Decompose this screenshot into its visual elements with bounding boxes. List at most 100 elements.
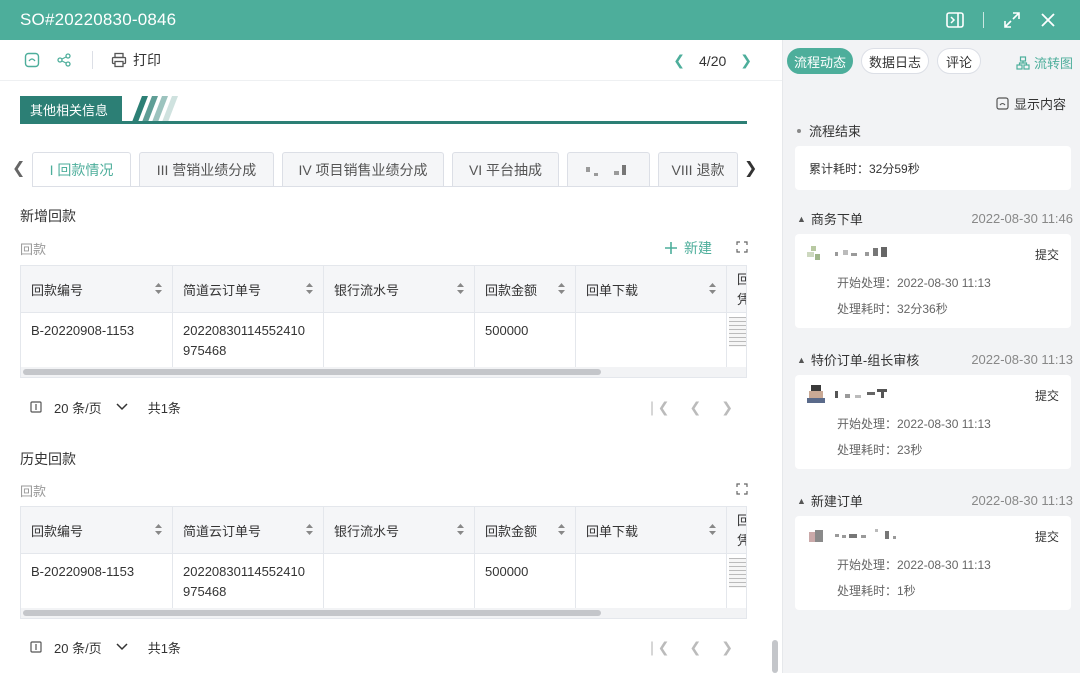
chevron-down-icon[interactable] xyxy=(116,403,128,411)
cell-voucher[interactable] xyxy=(727,554,746,608)
column-label: 回单下载 xyxy=(586,523,639,539)
flow-step-header[interactable]: ▲ 新建订单 2022-08-30 11:13 xyxy=(797,491,1073,510)
prev-record-icon[interactable]: ❮ xyxy=(673,52,685,69)
cell-receipt-download[interactable] xyxy=(576,313,727,367)
flow-end-header: 流程结束 xyxy=(797,121,861,140)
scroll-thumb[interactable] xyxy=(23,610,601,616)
tab-refund[interactable]: VIII 退款 xyxy=(658,152,738,187)
pixel-mark xyxy=(885,531,889,539)
step-name: 商务下单 xyxy=(810,212,863,227)
step-time: 2022-08-30 11:13 xyxy=(971,352,1073,367)
voucher-thumbnail[interactable] xyxy=(729,317,746,347)
total-time-card: 累计耗时：32分59秒 xyxy=(795,146,1071,190)
pixel-mark xyxy=(849,534,857,538)
voucher-thumbnail[interactable] xyxy=(729,558,746,588)
main-vscrollbar[interactable] xyxy=(772,640,778,673)
flow-side-panel: 流程动态 数据日志 评论 流转图 显示内容 流程结束 累计耗时：32分59秒 ▲… xyxy=(782,40,1080,673)
record-pager: ❮ 4/20 ❯ xyxy=(673,40,752,81)
column-header[interactable]: 回单下载 xyxy=(576,266,727,312)
next-record-icon[interactable]: ❯ xyxy=(740,52,752,69)
step-action: 提交 xyxy=(1034,530,1059,544)
prev-page-icon[interactable]: ❮ xyxy=(690,399,702,416)
page-size-select[interactable]: 20 条/页 xyxy=(54,398,102,417)
share-icon xyxy=(57,53,71,67)
expand-icon xyxy=(1004,12,1020,28)
pixel-mark xyxy=(875,529,878,532)
tabs-next-icon[interactable]: ❯ xyxy=(744,158,757,178)
flow-chart-link[interactable]: 流转图 xyxy=(1016,53,1073,72)
sort-icon xyxy=(709,524,716,535)
tabs-prev-icon[interactable]: ❮ xyxy=(12,158,25,178)
column-header[interactable]: 简道云订单号 xyxy=(173,266,324,312)
step-name: 新建订单 xyxy=(810,494,863,509)
pixel-mark xyxy=(815,530,823,542)
show-content-toggle[interactable]: 显示内容 xyxy=(996,94,1066,113)
column-label: 银行流水号 xyxy=(334,282,400,298)
tab-platform-fee[interactable]: VI 平台抽成 xyxy=(452,152,559,187)
fullscreen-table-icon[interactable] xyxy=(736,483,748,495)
fullscreen-table-icon[interactable] xyxy=(736,241,748,253)
column-header[interactable]: 银行流水号 xyxy=(324,266,475,312)
chevron-down-icon[interactable] xyxy=(116,643,128,651)
cell-order-no: 20220830114552410 975468 xyxy=(173,554,324,608)
cell-voucher[interactable] xyxy=(727,313,746,367)
table-row: B-20220908-1153 20220830114552410 975468 … xyxy=(21,313,746,367)
cell-payment-id: B-20220908-1153 xyxy=(21,313,173,367)
pixel-mark xyxy=(881,392,884,398)
pixel-mark xyxy=(842,535,846,538)
section-title: 其他相关信息 xyxy=(20,96,123,122)
tab-project-share[interactable]: IV 项目销售业绩分成 xyxy=(282,152,444,187)
flow-chart-label: 流转图 xyxy=(1033,56,1073,71)
column-label: 回 xyxy=(737,270,746,290)
avatar xyxy=(807,244,825,262)
flow-step-header[interactable]: ▲ 特价订单-组长审核 2022-08-30 11:13 xyxy=(797,350,1073,369)
tab-data-log[interactable]: 数据日志 xyxy=(861,48,929,74)
column-header[interactable]: 回款编号 xyxy=(21,266,173,312)
history-payment-title: 历史回款 xyxy=(20,451,76,467)
column-header[interactable]: 回款金额 xyxy=(475,507,576,553)
first-page-icon[interactable]: ❘❮ xyxy=(646,639,669,656)
tab-flow-activity[interactable]: 流程动态 xyxy=(787,48,853,74)
table-hscrollbar[interactable] xyxy=(21,608,746,618)
print-label: 打印 xyxy=(133,52,161,68)
page-size-select[interactable]: 20 条/页 xyxy=(54,638,102,657)
next-page-icon[interactable]: ❯ xyxy=(721,399,733,416)
cell-amount: 500000 xyxy=(475,554,576,608)
new-record-button[interactable]: 新建 xyxy=(664,238,712,258)
column-header[interactable]: 回单下载 xyxy=(576,507,727,553)
sort-icon xyxy=(709,283,716,294)
fullscreen-button[interactable] xyxy=(994,0,1030,40)
toggle-panel-button[interactable] xyxy=(937,0,973,40)
page-size-icon xyxy=(30,641,42,653)
toolbar-divider xyxy=(92,51,93,69)
column-header[interactable]: 银行流水号 xyxy=(324,507,475,553)
pixel-mark xyxy=(811,246,816,251)
column-header[interactable]: 回凭 xyxy=(727,266,746,312)
step-duration: 处理耗时：1秒 xyxy=(837,584,916,598)
column-header[interactable]: 回凭 xyxy=(727,507,746,553)
next-page-icon[interactable]: ❯ xyxy=(721,639,733,656)
titlebar-divider xyxy=(983,12,984,28)
flowchart-icon xyxy=(1016,55,1030,70)
pixel-mark xyxy=(855,395,861,398)
column-header[interactable]: 简道云订单号 xyxy=(173,507,324,553)
edit-note-button[interactable] xyxy=(24,52,40,68)
sort-icon xyxy=(155,524,162,535)
first-page-icon[interactable]: ❘❮ xyxy=(646,399,669,416)
step-time: 2022-08-30 11:46 xyxy=(971,211,1073,226)
close-button[interactable] xyxy=(1030,0,1066,40)
print-button[interactable]: 打印 xyxy=(111,50,161,70)
scroll-thumb[interactable] xyxy=(23,369,601,375)
flow-step-header[interactable]: ▲ 商务下单 2022-08-30 11:46 xyxy=(797,209,1073,228)
tab-payment[interactable]: I 回款情况 xyxy=(32,152,131,187)
tab-hidden[interactable] xyxy=(567,152,650,187)
sort-icon xyxy=(558,283,565,294)
prev-page-icon[interactable]: ❮ xyxy=(690,639,702,656)
share-button[interactable] xyxy=(56,52,72,68)
column-header[interactable]: 回款编号 xyxy=(21,507,173,553)
tab-comments[interactable]: 评论 xyxy=(937,48,981,74)
column-header[interactable]: 回款金额 xyxy=(475,266,576,312)
cell-receipt-download[interactable] xyxy=(576,554,727,608)
tab-marketing-share[interactable]: III 营销业绩分成 xyxy=(139,152,274,187)
table-hscrollbar[interactable] xyxy=(21,367,746,377)
